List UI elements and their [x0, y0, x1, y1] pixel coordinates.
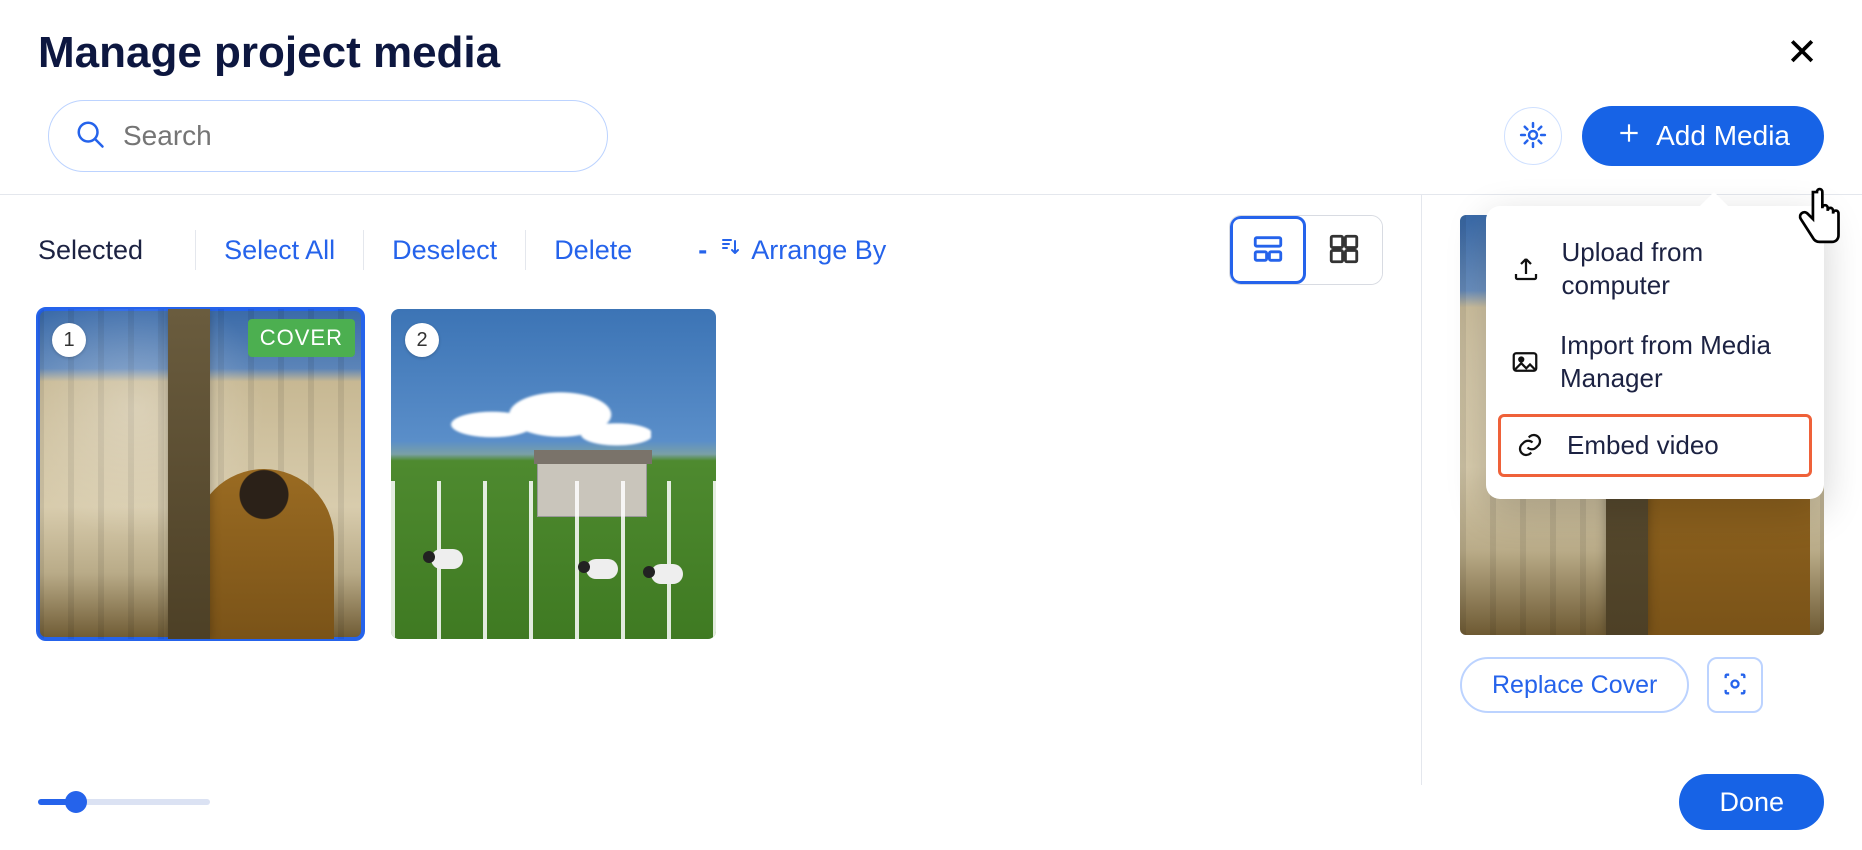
close-button[interactable]: ✕ — [1780, 33, 1824, 73]
plus-icon — [1616, 120, 1642, 153]
media-grid: 1 COVER 2 — [38, 309, 1383, 639]
add-media-label: Add Media — [1656, 120, 1790, 152]
cover-badge: COVER — [248, 319, 355, 357]
media-card[interactable]: 2 — [391, 309, 716, 639]
dropdown-item-label: Embed video — [1567, 429, 1719, 462]
selected-label: Selected — [38, 235, 173, 266]
media-manager-modal: Manage project media ✕ Add Media — [0, 0, 1862, 850]
settings-button[interactable] — [1504, 107, 1562, 165]
dropdown-item-upload[interactable]: Upload from computer — [1486, 222, 1824, 315]
modal-title: Manage project media — [38, 28, 500, 78]
arrange-by-button[interactable]: - Arrange By — [698, 235, 886, 266]
dropdown-item-label: Upload from computer — [1562, 236, 1800, 301]
slider-knob[interactable] — [65, 791, 87, 813]
arrange-by-label: Arrange By — [751, 235, 886, 266]
crop-button[interactable] — [1707, 657, 1763, 713]
search-field[interactable] — [48, 100, 608, 172]
close-icon: ✕ — [1786, 32, 1818, 74]
replace-cover-button[interactable]: Replace Cover — [1460, 657, 1689, 713]
media-card[interactable]: 1 COVER — [38, 309, 363, 639]
view-toggle — [1229, 215, 1383, 285]
grid-view-icon — [1327, 232, 1361, 269]
dropdown-item-import[interactable]: Import from Media Manager — [1486, 315, 1824, 408]
pointer-cursor-icon — [1794, 184, 1848, 259]
selection-bar: Selected Select All Deselect Delete - Ar… — [38, 215, 1383, 285]
add-media-dropdown: Upload from computer Import from Media M… — [1486, 206, 1824, 499]
gallery-panel: Selected Select All Deselect Delete - Ar… — [0, 195, 1422, 785]
done-button[interactable]: Done — [1679, 774, 1824, 830]
row-view-button[interactable] — [1230, 216, 1306, 284]
dropdown-item-label: Import from Media Manager — [1560, 329, 1800, 394]
row-view-icon — [1251, 232, 1285, 269]
deselect-button[interactable]: Deselect — [386, 234, 503, 267]
modal-header: Manage project media ✕ — [0, 0, 1862, 88]
gear-icon — [1518, 120, 1548, 153]
add-media-button[interactable]: Add Media — [1582, 106, 1824, 166]
dropdown-item-embed[interactable]: Embed video — [1498, 414, 1812, 477]
search-input[interactable] — [121, 119, 581, 153]
search-icon — [75, 119, 105, 154]
link-icon — [1513, 430, 1547, 460]
crop-icon — [1721, 670, 1749, 701]
select-all-button[interactable]: Select All — [218, 234, 341, 267]
toolbar: Add Media — [0, 88, 1862, 195]
image-icon — [1510, 347, 1540, 377]
modal-footer: Done — [0, 774, 1862, 830]
delete-button[interactable]: Delete — [548, 234, 638, 267]
card-index: 2 — [405, 323, 439, 357]
sort-icon — [717, 235, 741, 266]
zoom-slider[interactable] — [38, 799, 210, 805]
upload-icon — [1510, 254, 1542, 284]
grid-view-button[interactable] — [1306, 216, 1382, 284]
card-index: 1 — [52, 323, 86, 357]
